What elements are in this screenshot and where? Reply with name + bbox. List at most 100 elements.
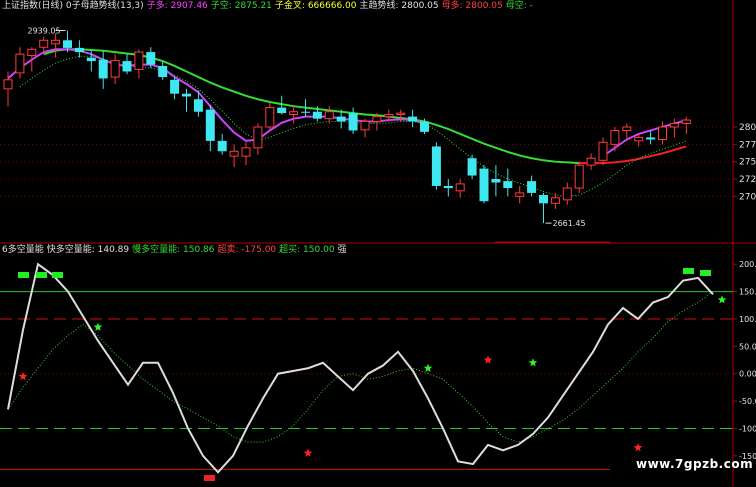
price-legend-item-0: 上证指数(日线) 0子母趋势线(13,3) xyxy=(2,1,144,11)
candle[interactable] xyxy=(658,121,667,145)
candle[interactable] xyxy=(122,54,132,75)
candle-body xyxy=(51,39,61,45)
candle[interactable] xyxy=(408,109,418,127)
candle-body xyxy=(622,126,632,131)
overbought-block-marker xyxy=(18,272,29,278)
candle[interactable] xyxy=(467,154,477,180)
candle-body xyxy=(634,136,644,142)
candle-body xyxy=(372,116,382,122)
candle-body xyxy=(491,179,501,183)
osc-legend-item-5: 强 xyxy=(337,245,347,255)
candle[interactable] xyxy=(503,168,513,197)
candle[interactable] xyxy=(610,127,620,152)
candle[interactable] xyxy=(515,185,525,204)
sell-star-icon xyxy=(483,355,493,364)
candle[interactable] xyxy=(539,192,548,224)
candle[interactable] xyxy=(110,54,120,84)
osc-tick-label: 200.00 xyxy=(739,260,756,269)
candle-body xyxy=(598,141,608,161)
candle-body xyxy=(229,150,239,157)
candle-body xyxy=(63,40,72,48)
candle[interactable] xyxy=(205,104,215,152)
candle[interactable] xyxy=(193,90,203,117)
candle[interactable] xyxy=(455,179,465,198)
candle[interactable] xyxy=(51,33,61,58)
candle[interactable] xyxy=(98,50,108,89)
candlesticks[interactable] xyxy=(3,30,691,224)
candle-body xyxy=(467,158,477,176)
candle[interactable] xyxy=(289,104,299,124)
candle[interactable] xyxy=(15,47,25,79)
buy-star-icon xyxy=(717,295,727,304)
buy-star-icon xyxy=(528,358,538,367)
candle-body xyxy=(74,47,84,53)
price-legend-item-4: 主趋势线: 2800.05 xyxy=(359,1,439,11)
oscillator-lines xyxy=(7,262,714,474)
candle[interactable] xyxy=(170,77,180,100)
candle[interactable] xyxy=(586,153,596,171)
candle-body xyxy=(384,114,394,118)
candle-body xyxy=(27,48,37,57)
price-legend: 上证指数(日线) 0子母趋势线(13,3) 子多: 2907.46 子空: 2875… xyxy=(2,1,536,12)
oscillator-markers xyxy=(18,268,727,481)
sell-star-icon xyxy=(633,443,643,452)
candle[interactable] xyxy=(253,123,263,155)
price-legend-item-2: 子空: 2875.21 xyxy=(210,1,272,11)
candle[interactable] xyxy=(479,165,489,204)
candle-body xyxy=(146,52,156,65)
price-tick-label: 2775 xyxy=(739,140,756,150)
candle[interactable] xyxy=(443,179,453,197)
candle[interactable] xyxy=(324,106,334,124)
candle[interactable] xyxy=(574,161,584,193)
overbought-block-marker xyxy=(683,268,694,274)
candle[interactable] xyxy=(646,130,656,145)
candle[interactable] xyxy=(669,118,679,138)
osc-legend-item-2: 慢多空量能: 150.86 xyxy=(132,245,215,255)
osc-legend-item-0: 6多空量能 xyxy=(2,245,44,255)
candle[interactable] xyxy=(74,40,84,58)
candle[interactable] xyxy=(265,102,275,131)
price-legend-item-3: 子金叉: 666666.00 xyxy=(274,1,357,11)
candle-body xyxy=(301,111,310,113)
candle-body xyxy=(324,111,334,120)
osc-tick-label: -100.00 xyxy=(739,424,756,433)
price-tick-label: 2700 xyxy=(739,192,756,202)
candle[interactable] xyxy=(217,133,227,155)
candle[interactable] xyxy=(182,88,191,112)
price-tick-label: 2750 xyxy=(739,158,756,168)
candle[interactable] xyxy=(348,107,358,134)
candle[interactable] xyxy=(27,47,37,72)
candle-body xyxy=(396,112,406,116)
price-tick-label: 2725 xyxy=(739,175,756,185)
candle-body xyxy=(277,107,287,114)
candle-body xyxy=(420,121,429,132)
candle[interactable] xyxy=(134,49,144,79)
candle-body xyxy=(669,123,679,128)
candle[interactable] xyxy=(598,137,608,166)
price-legend-item-6: 母空: - xyxy=(505,1,533,11)
candle[interactable] xyxy=(681,116,691,134)
chart-canvas[interactable]: 2800 2775 2750 2725 2700 2939.05 2661.45 200.… xyxy=(0,0,756,487)
candle-body xyxy=(503,181,513,189)
candle[interactable] xyxy=(158,61,168,80)
candle-body xyxy=(681,119,691,125)
candle-body xyxy=(360,120,370,131)
candle[interactable] xyxy=(229,144,239,168)
oscillator-legend: 6多空量能 快多空量能: 140.89 慢多空量能: 150.86 超卖: -175.… xyxy=(2,245,350,256)
candle-body xyxy=(158,65,168,78)
candle[interactable] xyxy=(562,182,572,205)
candle[interactable] xyxy=(491,165,501,197)
candle-body xyxy=(217,140,227,152)
candle-body xyxy=(550,197,560,204)
candle-body xyxy=(3,79,13,90)
candle-body xyxy=(431,146,441,186)
osc-tick-label: 100.00 xyxy=(739,315,756,324)
candle-body xyxy=(134,51,144,70)
candle-body xyxy=(86,57,96,62)
candle-body xyxy=(586,157,596,166)
watermark: www.7gpzb.com xyxy=(636,457,754,471)
candle[interactable] xyxy=(431,142,441,190)
buy-star-icon xyxy=(93,322,103,331)
candle-body xyxy=(646,137,656,140)
candle[interactable] xyxy=(360,118,370,138)
